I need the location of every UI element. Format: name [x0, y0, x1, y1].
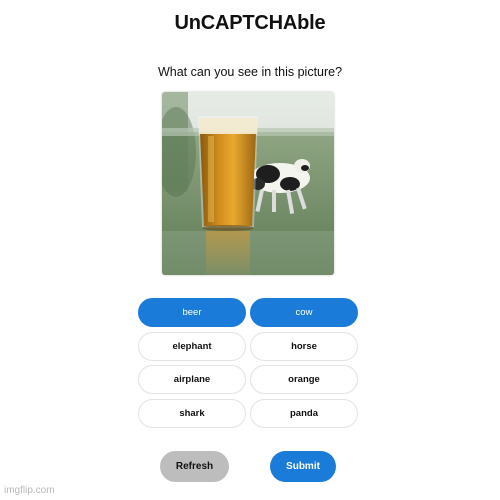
submit-button[interactable]: Submit	[270, 451, 336, 482]
captcha-question: What can you see in this picture?	[157, 65, 343, 79]
refresh-button[interactable]: Refresh	[160, 451, 229, 482]
option-elephant-button[interactable]: elephant	[138, 331, 246, 361]
page-title: UnCAPTCHAble	[174, 12, 326, 34]
option-orange-button[interactable]: orange	[250, 365, 358, 394]
option-beer-button[interactable]: beer	[138, 298, 246, 327]
option-panda-button[interactable]: panda	[250, 398, 358, 428]
watermark: imgflip.com	[4, 485, 55, 496]
captcha-page: UnCAPTCHAble What can you see in this pi…	[0, 0, 500, 500]
option-horse-button[interactable]: horse	[250, 331, 358, 361]
option-airplane-button[interactable]: airplane	[138, 365, 246, 394]
beer-glass-figure	[198, 116, 258, 231]
option-shark-button[interactable]: shark	[138, 398, 246, 428]
beer-cow-photo	[162, 92, 334, 275]
option-cow-button[interactable]: cow	[250, 298, 358, 327]
captcha-image	[162, 92, 334, 275]
